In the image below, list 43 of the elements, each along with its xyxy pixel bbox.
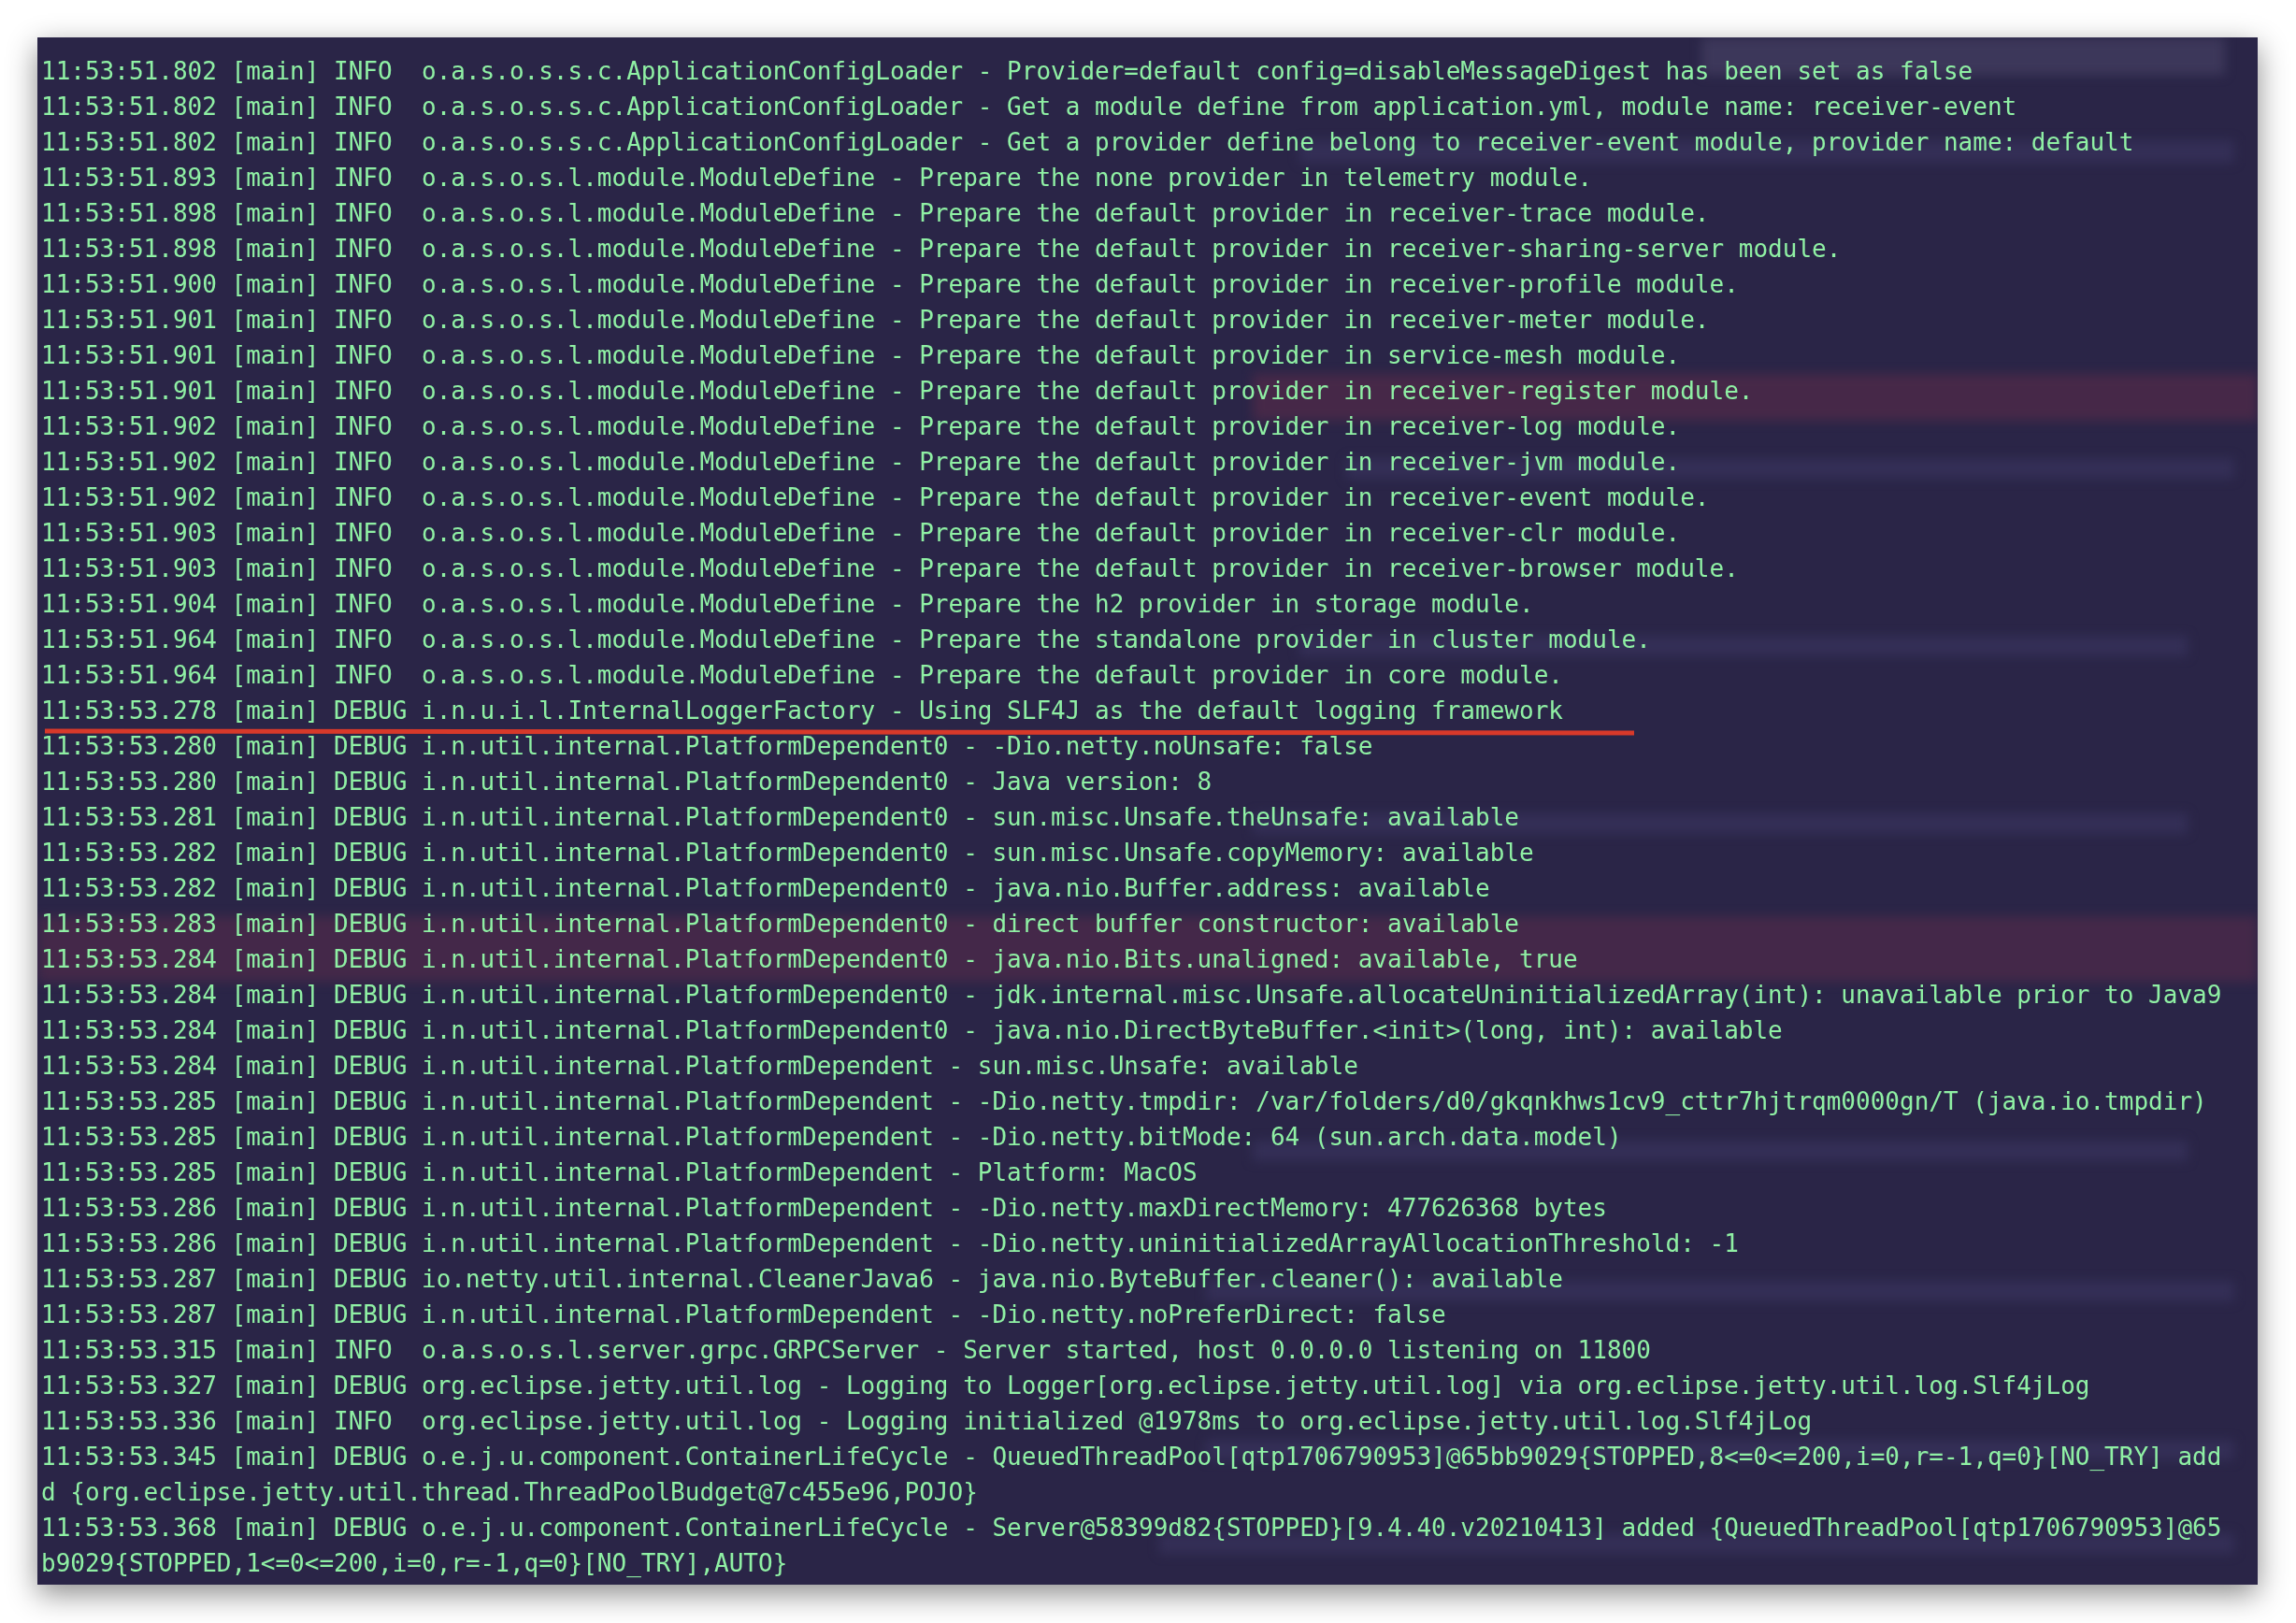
log-line: 11:53:51.904 [main] INFO o.a.s.o.s.l.module.ModuleDefine - Prepare the h2 provider in storage module.	[41, 589, 1534, 620]
log-line: 11:53:51.898 [main] INFO o.a.s.o.s.l.module.ModuleDefine - Prepare the default provider in receiver-trace module.	[41, 198, 1710, 229]
log-line: 11:53:51.902 [main] INFO o.a.s.o.s.l.module.ModuleDefine - Prepare the default provider in receiver-jvm module.	[41, 447, 1681, 478]
log-line: 11:53:51.802 [main] INFO o.a.s.o.s.s.c.ApplicationConfigLoader - Provider=default config=disableMessageDigest has been set as false	[41, 56, 1973, 87]
log-line: 11:53:51.898 [main] INFO o.a.s.o.s.l.module.ModuleDefine - Prepare the default provider in receiver-sharing-server module.	[41, 234, 1842, 265]
log-line: 11:53:51.903 [main] INFO o.a.s.o.s.l.module.ModuleDefine - Prepare the default provider in receiver-clr module.	[41, 518, 1681, 549]
log-line: 11:53:53.285 [main] DEBUG i.n.util.internal.PlatformDependent - Platform: MacOS	[41, 1157, 1198, 1188]
log-line: 11:53:53.281 [main] DEBUG i.n.util.internal.PlatformDependent0 - sun.misc.Unsafe.theUnsafe: available	[41, 802, 1519, 833]
log-line: 11:53:51.902 [main] INFO o.a.s.o.s.l.module.ModuleDefine - Prepare the default provider in receiver-log module.	[41, 411, 1681, 442]
log-line: 11:53:53.283 [main] DEBUG i.n.util.internal.PlatformDependent0 - direct buffer constructor: available	[41, 909, 1519, 940]
log-line: 11:53:53.282 [main] DEBUG i.n.util.internal.PlatformDependent0 - sun.misc.Unsafe.copyMemory: available	[41, 838, 1534, 869]
log-line: b9029{STOPPED,1<=0<=200,i=0,r=-1,q=0}[NO_TRY],AUTO}	[41, 1548, 788, 1579]
log-line: 11:53:51.901 [main] INFO o.a.s.o.s.l.module.ModuleDefine - Prepare the default provider in receiver-register module.	[41, 376, 1754, 407]
log-line: 11:53:53.336 [main] INFO org.eclipse.jetty.util.log - Logging initialized @1978ms to org.eclipse.jetty.util.log.Slf4jLog	[41, 1406, 1813, 1437]
log-line: 11:53:53.285 [main] DEBUG i.n.util.internal.PlatformDependent - -Dio.netty.bitMode: 64 (sun.arch.data.model)	[41, 1122, 1622, 1153]
log-line: 11:53:51.964 [main] INFO o.a.s.o.s.l.module.ModuleDefine - Prepare the standalone provider in cluster module.	[41, 625, 1651, 655]
log-line: 11:53:51.901 [main] INFO o.a.s.o.s.l.module.ModuleDefine - Prepare the default provider in service-mesh module.	[41, 340, 1681, 371]
log-line: 11:53:53.278 [main] DEBUG i.n.u.i.l.InternalLoggerFactory - Using SLF4J as the default logging framework	[41, 696, 1563, 726]
log-line: 11:53:51.902 [main] INFO o.a.s.o.s.l.module.ModuleDefine - Prepare the default provider in receiver-event module.	[41, 482, 1710, 513]
log-line: 11:53:53.284 [main] DEBUG i.n.util.internal.PlatformDependent0 - java.nio.Bits.unaligned: available, true	[41, 944, 1578, 975]
log-line: 11:53:53.284 [main] DEBUG i.n.util.internal.PlatformDependent0 - jdk.internal.misc.Unsafe.allocateUninitializedArray(int): unavailable prior to Java9	[41, 980, 2222, 1011]
log-line: 11:53:53.315 [main] INFO o.a.s.o.s.l.server.grpc.GRPCServer - Server started, host 0.0.0.0 listening on 11800	[41, 1335, 1651, 1366]
log-line: 11:53:51.901 [main] INFO o.a.s.o.s.l.module.ModuleDefine - Prepare the default provider in receiver-meter module.	[41, 305, 1710, 336]
log-line: 11:53:51.802 [main] INFO o.a.s.o.s.s.c.ApplicationConfigLoader - Get a provider define belong to receiver-event module, provider name: default	[41, 127, 2134, 158]
log-line: 11:53:53.280 [main] DEBUG i.n.util.internal.PlatformDependent0 - Java version: 8	[41, 767, 1213, 797]
log-line: 11:53:53.282 [main] DEBUG i.n.util.internal.PlatformDependent0 - java.nio.Buffer.address: available	[41, 873, 1490, 904]
log-line: 11:53:53.287 [main] DEBUG io.netty.util.internal.CleanerJava6 - java.nio.ByteBuffer.cleaner(): available	[41, 1264, 1563, 1295]
log-line: d {org.eclipse.jetty.util.thread.ThreadPoolBudget@7c455e96,POJO}	[41, 1477, 978, 1508]
log-line: 11:53:51.802 [main] INFO o.a.s.o.s.s.c.ApplicationConfigLoader - Get a module define from application.yml, module name: receiver-event	[41, 92, 2017, 122]
log-line: 11:53:53.286 [main] DEBUG i.n.util.internal.PlatformDependent - -Dio.netty.uninitializedArrayAllocationThreshold: -1	[41, 1228, 1739, 1259]
log-line: 11:53:53.368 [main] DEBUG o.e.j.u.component.ContainerLifeCycle - Server@58399d82{STOPPED}[9.4.40.v20210413] added {QueuedThreadPool[qtp1706790953]@65	[41, 1513, 2222, 1544]
log-line: 11:53:53.280 [main] DEBUG i.n.util.internal.PlatformDependent0 - -Dio.netty.noUnsafe: false	[41, 731, 1373, 762]
log-line: 11:53:53.284 [main] DEBUG i.n.util.internal.PlatformDependent0 - java.nio.DirectByteBuffer.<init>(long, int): available	[41, 1015, 1783, 1046]
log-line: 11:53:53.327 [main] DEBUG org.eclipse.jetty.util.log - Logging to Logger[org.eclipse.jetty.util.log] via org.eclipse.jetty.util.log.Slf4jLog	[41, 1371, 2090, 1401]
log-line: 11:53:53.285 [main] DEBUG i.n.util.internal.PlatformDependent - -Dio.netty.tmpdir: /var/folders/d0/gkqnkhws1cv9_cttr7hjtrqm0000gn/T (java.io.tmpdir)	[41, 1086, 2207, 1117]
log-line: 11:53:51.900 [main] INFO o.a.s.o.s.l.module.ModuleDefine - Prepare the default provider in receiver-profile module.	[41, 269, 1739, 300]
log-line: 11:53:53.284 [main] DEBUG i.n.util.internal.PlatformDependent - sun.misc.Unsafe: available	[41, 1051, 1358, 1082]
log-line: 11:53:53.286 [main] DEBUG i.n.util.internal.PlatformDependent - -Dio.netty.maxDirectMemory: 477626368 bytes	[41, 1193, 1607, 1224]
log-line: 11:53:51.903 [main] INFO o.a.s.o.s.l.module.ModuleDefine - Prepare the default provider in receiver-browser module.	[41, 553, 1739, 584]
log-line: 11:53:53.287 [main] DEBUG i.n.util.internal.PlatformDependent - -Dio.netty.noPreferDirect: false	[41, 1300, 1446, 1330]
log-line: 11:53:53.345 [main] DEBUG o.e.j.u.component.ContainerLifeCycle - QueuedThreadPool[qtp1706790953]@65bb9029{STOPPED,8<=0<=200,i=0,r=-1,q=0}[NO_TRY] add	[41, 1442, 2222, 1472]
log-line: 11:53:51.893 [main] INFO o.a.s.o.s.l.module.ModuleDefine - Prepare the none provider in telemetry module.	[41, 163, 1593, 194]
log-line: 11:53:51.964 [main] INFO o.a.s.o.s.l.module.ModuleDefine - Prepare the default provider in core module.	[41, 660, 1563, 691]
